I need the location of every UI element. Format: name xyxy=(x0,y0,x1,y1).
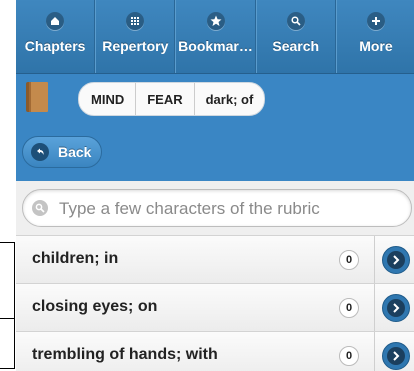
tab-label: Repertory xyxy=(102,38,169,54)
tab-label: Search xyxy=(272,38,320,54)
breadcrumb-item-dark[interactable]: dark; of xyxy=(193,83,265,115)
app: Chapters Repertory Bookmar… Search More … xyxy=(16,0,414,371)
search-icon xyxy=(286,12,305,30)
tab-label: Chapters xyxy=(24,38,86,54)
open-rubric-button[interactable] xyxy=(382,342,410,370)
repertory-icon xyxy=(126,12,145,30)
tab-bookmarks[interactable]: Bookmar… xyxy=(175,0,256,73)
breadcrumb: MIND FEAR dark; of xyxy=(78,82,266,116)
back-arrow-icon xyxy=(31,143,49,161)
open-rubric-button[interactable] xyxy=(382,246,410,274)
tab-bar: Chapters Repertory Bookmar… Search More xyxy=(16,0,414,74)
list-item[interactable]: closing eyes; on 0 xyxy=(16,283,414,332)
tab-chapters[interactable]: Chapters xyxy=(16,0,96,73)
chevron-right-icon xyxy=(387,347,405,365)
breadcrumb-item-mind[interactable]: MIND xyxy=(79,83,135,115)
chapters-icon xyxy=(46,12,65,30)
rubric-label: trembling of hands; with xyxy=(32,346,218,363)
list-item[interactable]: trembling of hands; with 0 xyxy=(16,331,414,371)
rubric-label: children; in xyxy=(32,250,119,267)
star-icon xyxy=(206,12,225,30)
header: MIND FEAR dark; of Back xyxy=(16,74,414,181)
breadcrumb-item-fear[interactable]: FEAR xyxy=(135,83,193,115)
plus-icon xyxy=(366,12,385,30)
divider xyxy=(374,236,375,284)
count-badge: 0 xyxy=(339,298,359,318)
back-button-label: Back xyxy=(58,144,92,160)
book-icon xyxy=(26,82,48,112)
tab-search[interactable]: Search xyxy=(255,0,336,73)
divider xyxy=(374,332,375,371)
count-badge: 0 xyxy=(339,346,359,366)
tab-repertory[interactable]: Repertory xyxy=(95,0,176,73)
list-item[interactable]: children; in 0 xyxy=(16,235,414,284)
open-rubric-button[interactable] xyxy=(382,294,410,322)
chevron-right-icon xyxy=(387,299,405,317)
tab-more[interactable]: More xyxy=(335,0,414,73)
search-field[interactable] xyxy=(22,189,412,228)
left-bracket xyxy=(0,242,15,369)
back-button[interactable]: Back xyxy=(22,136,102,168)
left-bracket-tick xyxy=(0,318,15,319)
rubric-label: closing eyes; on xyxy=(32,298,158,315)
tab-label: More xyxy=(359,38,393,54)
search-bar xyxy=(16,181,414,235)
divider xyxy=(374,284,375,332)
count-badge: 0 xyxy=(339,250,359,270)
search-icon xyxy=(32,200,48,216)
rubric-search-input[interactable] xyxy=(57,190,401,228)
chevron-right-icon xyxy=(387,251,405,269)
tab-label: Bookmar… xyxy=(178,38,253,54)
rubric-list: children; in 0 closing eyes; on 0 trembl… xyxy=(16,235,414,371)
